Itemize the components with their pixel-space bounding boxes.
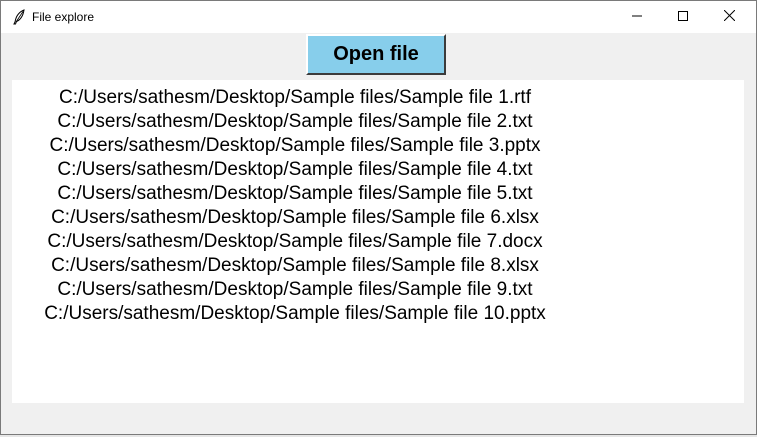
close-icon bbox=[723, 8, 735, 26]
title-bar[interactable]: File explore bbox=[1, 1, 756, 33]
list-item[interactable]: C:/Users/sathesm/Desktop/Sample files/Sa… bbox=[12, 278, 578, 302]
window-client-area: Open file C:/Users/sathesm/Desktop/Sampl… bbox=[1, 33, 756, 434]
list-item[interactable]: C:/Users/sathesm/Desktop/Sample files/Sa… bbox=[12, 302, 578, 326]
list-item[interactable]: C:/Users/sathesm/Desktop/Sample files/Sa… bbox=[12, 158, 578, 182]
file-list-items: C:/Users/sathesm/Desktop/Sample files/Sa… bbox=[12, 86, 578, 326]
minimize-icon bbox=[632, 8, 642, 26]
list-item[interactable]: C:/Users/sathesm/Desktop/Sample files/Sa… bbox=[12, 206, 578, 230]
list-item[interactable]: C:/Users/sathesm/Desktop/Sample files/Sa… bbox=[12, 110, 578, 134]
list-item[interactable]: C:/Users/sathesm/Desktop/Sample files/Sa… bbox=[12, 254, 578, 278]
window-title: File explore bbox=[32, 10, 95, 24]
list-item[interactable]: C:/Users/sathesm/Desktop/Sample files/Sa… bbox=[12, 182, 578, 206]
app-window: File explore Open file C:/Users/sathesm/… bbox=[0, 0, 757, 435]
list-item[interactable]: C:/Users/sathesm/Desktop/Sample files/Sa… bbox=[12, 134, 578, 158]
feather-icon bbox=[12, 9, 26, 25]
close-button[interactable] bbox=[706, 1, 752, 33]
file-listbox[interactable]: C:/Users/sathesm/Desktop/Sample files/Sa… bbox=[12, 80, 744, 403]
maximize-icon bbox=[678, 8, 688, 26]
open-file-button[interactable]: Open file bbox=[306, 34, 446, 75]
minimize-button[interactable] bbox=[614, 1, 660, 33]
list-item[interactable]: C:/Users/sathesm/Desktop/Sample files/Sa… bbox=[12, 230, 578, 254]
maximize-button[interactable] bbox=[660, 1, 706, 33]
list-item[interactable]: C:/Users/sathesm/Desktop/Sample files/Sa… bbox=[12, 86, 578, 110]
